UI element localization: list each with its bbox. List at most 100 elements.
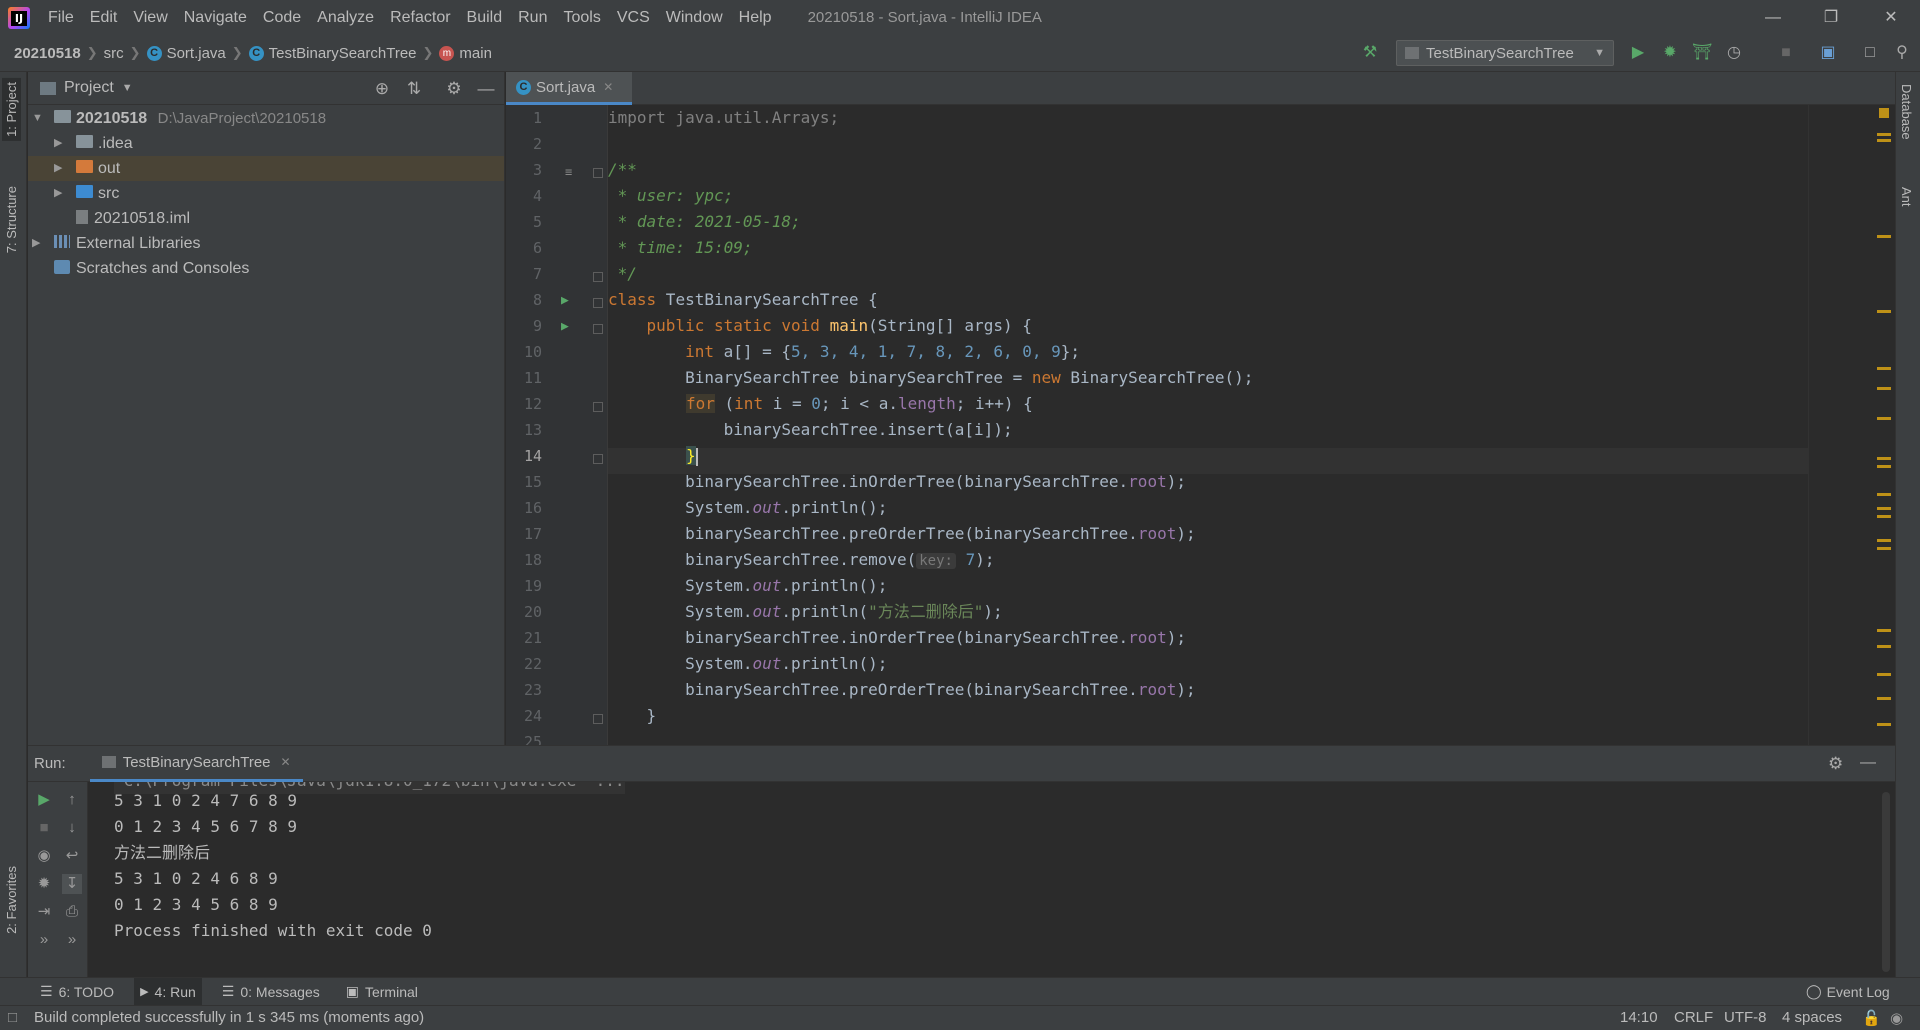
inspector-icon[interactable]: ◉ xyxy=(1890,1009,1903,1027)
project-panel-title[interactable]: Project xyxy=(64,79,114,97)
menu-build[interactable]: Build xyxy=(459,0,511,35)
hide-icon[interactable]: — xyxy=(476,79,496,99)
warning-marker[interactable] xyxy=(1877,493,1891,496)
breadcrumb-file[interactable]: C Sort.java xyxy=(146,45,226,62)
tree-item-out[interactable]: ▶ out xyxy=(28,156,504,181)
more-icon[interactable]: » xyxy=(34,930,54,950)
tree-item-external-libraries[interactable]: ▶ External Libraries xyxy=(28,231,504,256)
tab-ant-tool[interactable]: Ant xyxy=(1899,187,1914,207)
warning-marker[interactable] xyxy=(1877,723,1891,726)
indent-setting[interactable]: 4 spaces xyxy=(1782,1009,1842,1026)
run-main-icon[interactable]: ▶ xyxy=(561,319,569,334)
camera-icon[interactable]: ◉ xyxy=(34,846,54,866)
menu-view[interactable]: View xyxy=(125,0,175,35)
warning-marker[interactable] xyxy=(1877,645,1891,648)
warning-status-icon[interactable] xyxy=(1879,108,1889,118)
warning-marker[interactable] xyxy=(1877,457,1891,460)
coverage-icon[interactable]: ⛩ xyxy=(1692,43,1712,63)
fold-marker-icon[interactable] xyxy=(593,714,603,724)
warning-marker[interactable] xyxy=(1877,507,1891,510)
tree-item-idea[interactable]: ▶ .idea xyxy=(28,131,504,156)
tab-messages[interactable]: ☰ 0: Messages xyxy=(216,978,326,1006)
console-output[interactable]: "C:\Program Files\Java\jdk1.8.0_172\bin\… xyxy=(114,782,1874,978)
menu-analyze[interactable]: Analyze xyxy=(309,0,382,35)
build-hammer-icon[interactable]: ⚒ xyxy=(1360,43,1380,63)
chevron-right-icon[interactable]: ▶ xyxy=(54,131,62,156)
tab-run[interactable]: ▶ 4: Run xyxy=(134,977,202,1006)
project-structure-icon[interactable]: ▣ xyxy=(1818,43,1838,63)
gear-icon[interactable]: ⚙ xyxy=(444,79,464,99)
run-tab[interactable]: TestBinarySearchTree ✕ xyxy=(89,746,303,782)
warning-marker[interactable] xyxy=(1877,417,1891,420)
fold-marker-icon[interactable] xyxy=(593,454,603,464)
warning-marker[interactable] xyxy=(1877,515,1891,518)
warning-marker[interactable] xyxy=(1877,133,1891,136)
tab-structure-tool[interactable]: 7: Structure xyxy=(2,182,21,257)
menu-help[interactable]: Help xyxy=(731,0,780,35)
breadcrumb-class[interactable]: C TestBinarySearchTree xyxy=(248,45,417,62)
menu-edit[interactable]: Edit xyxy=(82,0,126,35)
menu-navigate[interactable]: Navigate xyxy=(176,0,255,35)
warning-marker[interactable] xyxy=(1877,367,1891,370)
fold-marker-icon[interactable] xyxy=(593,272,603,282)
restore-icon[interactable]: ❐ xyxy=(1802,0,1860,35)
menu-file[interactable]: File xyxy=(40,0,82,35)
chevron-right-icon[interactable]: ▶ xyxy=(54,156,62,181)
file-encoding[interactable]: UTF-8 xyxy=(1724,1009,1767,1026)
warning-marker[interactable] xyxy=(1877,235,1891,238)
tree-item-root[interactable]: ▼ 20210518 D:\JavaProject\20210518 xyxy=(28,106,504,131)
warning-marker[interactable] xyxy=(1877,139,1891,142)
lock-icon[interactable]: 🔓 xyxy=(1862,1009,1881,1027)
tab-todo[interactable]: ☰ 6: TODO xyxy=(34,978,120,1006)
fold-marker-icon[interactable] xyxy=(593,324,603,334)
tab-database-tool[interactable]: Database xyxy=(1899,84,1914,140)
tree-item-scratches[interactable]: Scratches and Consoles xyxy=(28,256,504,281)
run-icon[interactable]: ▶ xyxy=(1628,43,1648,63)
presentation-icon[interactable]: □ xyxy=(1860,43,1880,63)
arrow-up-icon[interactable]: ↑ xyxy=(62,790,82,810)
scroll-to-end-icon[interactable]: ↧ xyxy=(62,874,82,894)
search-icon[interactable]: ⚲ xyxy=(1892,43,1912,63)
chevron-right-icon[interactable]: ▶ xyxy=(54,181,62,206)
line-separator[interactable]: CRLF xyxy=(1674,1009,1713,1026)
chevron-right-icon[interactable]: ▶ xyxy=(32,231,40,256)
warning-marker[interactable] xyxy=(1877,673,1891,676)
menu-refactor[interactable]: Refactor xyxy=(382,0,458,35)
menu-tools[interactable]: Tools xyxy=(555,0,608,35)
event-log-button[interactable]: ◯ Event Log xyxy=(1800,978,1896,1006)
arrow-down-icon[interactable]: ↓ xyxy=(62,818,82,838)
tab-project-tool[interactable]: 1: Project xyxy=(2,78,21,141)
stop-icon[interactable]: ■ xyxy=(34,818,54,838)
warning-marker[interactable] xyxy=(1877,547,1891,550)
breadcrumb-method[interactable]: m main xyxy=(439,45,492,62)
menu-window[interactable]: Window xyxy=(658,0,731,35)
error-stripe[interactable] xyxy=(1808,105,1895,745)
close-tab-icon[interactable]: ✕ xyxy=(281,755,291,769)
close-icon[interactable]: ✕ xyxy=(1862,0,1920,35)
tree-item-iml[interactable]: 20210518.iml xyxy=(28,206,504,231)
profile-icon[interactable]: ◷ xyxy=(1724,43,1744,63)
console-scrollbar[interactable] xyxy=(1882,792,1890,972)
warning-marker[interactable] xyxy=(1877,539,1891,542)
menu-run[interactable]: Run xyxy=(510,0,555,35)
minimize-icon[interactable]: — xyxy=(1744,0,1802,35)
warning-marker[interactable] xyxy=(1877,465,1891,468)
tab-terminal[interactable]: ▣ Terminal xyxy=(340,978,424,1006)
tab-sort-java[interactable]: C Sort.java ✕ xyxy=(506,72,632,105)
status-message[interactable]: Build completed successfully in 1 s 345 … xyxy=(34,1009,424,1026)
close-tab-icon[interactable]: ✕ xyxy=(603,80,613,94)
fold-marker-icon[interactable] xyxy=(593,402,603,412)
chevron-down-icon[interactable]: ▼ xyxy=(32,106,43,131)
dropdown-arrow-icon[interactable]: ▼ xyxy=(122,82,133,94)
fold-marker-icon[interactable] xyxy=(593,168,603,178)
warning-marker[interactable] xyxy=(1877,697,1891,700)
more-icon[interactable]: » xyxy=(62,930,82,950)
caret-position[interactable]: 14:10 xyxy=(1620,1009,1658,1026)
run-class-icon[interactable]: ▶ xyxy=(561,293,569,308)
breadcrumb-project[interactable]: 20210518 xyxy=(14,45,81,62)
exit-icon[interactable]: ⇥ xyxy=(34,902,54,922)
doc-render-icon[interactable]: ≡ xyxy=(565,165,572,179)
settings-debug-icon[interactable]: ✹ xyxy=(34,874,54,894)
run-configuration-select[interactable]: TestBinarySearchTree ▼ xyxy=(1396,40,1614,66)
stop-icon[interactable]: ■ xyxy=(1776,43,1796,63)
